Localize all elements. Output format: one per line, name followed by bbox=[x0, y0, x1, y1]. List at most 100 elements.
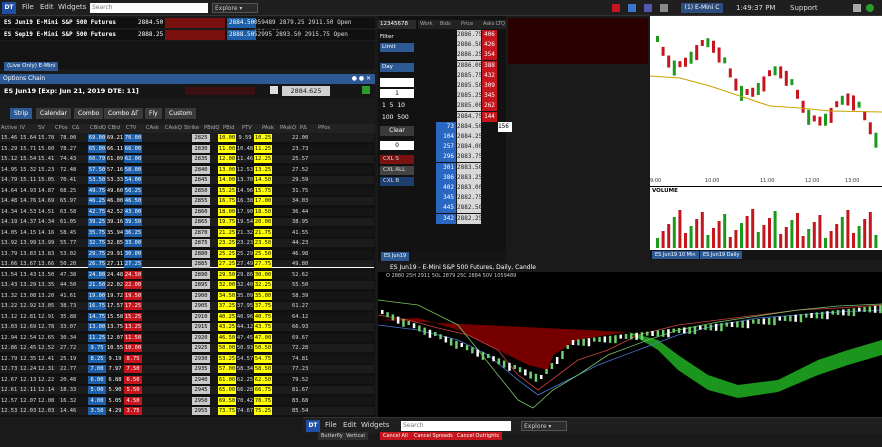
option-cell[interactable]: 13.66 bbox=[38, 260, 54, 268]
ask-cell[interactable] bbox=[482, 203, 497, 213]
price-cell[interactable]: 2886.50 bbox=[457, 40, 482, 51]
option-cell[interactable]: 58.50 bbox=[254, 365, 272, 373]
option-cell[interactable]: 15.60 bbox=[38, 145, 54, 153]
option-cell[interactable]: 38.73 bbox=[60, 302, 76, 310]
search-input-secondary[interactable]: Search bbox=[401, 421, 511, 431]
menu-edit[interactable]: Edit bbox=[343, 421, 357, 429]
bid-cell[interactable] bbox=[436, 101, 456, 111]
option-cell[interactable]: 8.25 bbox=[88, 354, 106, 363]
option-cell[interactable]: 58.00 bbox=[124, 165, 142, 174]
option-cell[interactable]: 2860 bbox=[192, 207, 210, 216]
option-cell[interactable]: 19.75 bbox=[218, 218, 236, 226]
option-cell[interactable]: 35.00 bbox=[254, 291, 272, 300]
option-cell[interactable]: 10.55 bbox=[106, 344, 124, 352]
option-cell[interactable]: 34.50 bbox=[218, 291, 236, 300]
option-cell[interactable]: 10.25 bbox=[254, 134, 272, 142]
option-cell[interactable]: 39.25 bbox=[88, 218, 106, 226]
option-cell[interactable]: 7.00 bbox=[88, 365, 106, 373]
option-cell[interactable]: 57.16 bbox=[106, 166, 124, 174]
option-row[interactable]: 12.73 12.24 12.31 22.77 7.00 7.97 7.50 2935 57.0… bbox=[0, 365, 374, 374]
option-cell[interactable]: 65.00 bbox=[88, 144, 106, 153]
option-row[interactable]: 14.34 14.53 14.51 63.58 42.75 42.52 43.00 2860 1… bbox=[0, 207, 374, 216]
ask-cell[interactable]: 262 bbox=[482, 101, 497, 112]
column-header[interactable]: CAsk bbox=[146, 124, 159, 133]
price-cell[interactable]: 2883.25 bbox=[457, 172, 482, 183]
option-cell[interactable]: 42.52 bbox=[106, 208, 124, 216]
option-cell[interactable]: 77.23 bbox=[292, 365, 308, 373]
option-cell[interactable]: 74.81 bbox=[292, 355, 308, 363]
option-row[interactable]: 14.79 15.11 15.05 70.41 53.50 53.33 54.00 2845 1… bbox=[0, 176, 374, 185]
menu-edit[interactable]: Edit bbox=[40, 3, 54, 11]
option-row[interactable]: 15.12 15.54 15.41 74.43 60.79 61.09 62.00 2835 1… bbox=[0, 155, 374, 164]
option-cell[interactable]: 12.07 bbox=[20, 397, 36, 405]
option-cell[interactable]: 12.07 bbox=[106, 334, 124, 342]
qty-presets-row1[interactable]: 1 5 10 bbox=[382, 102, 405, 109]
option-cell[interactable]: 6.88 bbox=[106, 376, 124, 384]
chart-tag-daily[interactable]: ES Jun19 Daily bbox=[700, 251, 743, 259]
column-header[interactable]: SV bbox=[38, 124, 45, 133]
option-cell[interactable]: 11.25 bbox=[88, 333, 106, 342]
option-cell[interactable]: 24.00 bbox=[88, 270, 106, 279]
option-cell[interactable]: 32.25 bbox=[254, 281, 272, 289]
option-cell[interactable]: 10.00 bbox=[218, 134, 236, 142]
option-cell[interactable]: 3.75 bbox=[124, 407, 142, 415]
option-cell[interactable]: 38.95 bbox=[292, 218, 308, 226]
option-cell[interactable]: 27.11 bbox=[106, 260, 124, 268]
option-cell[interactable]: 12.13 bbox=[20, 376, 36, 384]
option-cell[interactable]: 2855 bbox=[192, 197, 210, 205]
option-row[interactable]: 13.03 12.69 12.78 33.07 13.00 13.75 13.25 2915 4… bbox=[0, 323, 374, 332]
option-cell[interactable]: 12.91 bbox=[38, 313, 54, 321]
option-cell[interactable]: 14.79 bbox=[1, 176, 17, 184]
option-cell[interactable]: 12.54 bbox=[20, 334, 36, 342]
option-cell[interactable]: 14.48 bbox=[1, 197, 17, 205]
bid-cell[interactable] bbox=[436, 40, 456, 50]
ladder-row[interactable]: 2885.50 309 bbox=[418, 81, 548, 91]
bid-cell[interactable] bbox=[436, 30, 456, 40]
option-cell[interactable]: 32.00 bbox=[218, 281, 236, 289]
column-header[interactable]: PBid bbox=[223, 124, 234, 133]
option-cell[interactable]: 53.02 bbox=[60, 250, 76, 258]
option-cell[interactable]: 5.00 bbox=[88, 386, 106, 394]
lock-icon[interactable] bbox=[270, 86, 278, 94]
option-cell[interactable]: 14.95 bbox=[1, 166, 17, 174]
option-cell[interactable]: 47.38 bbox=[60, 271, 76, 279]
option-cell[interactable]: 57.50 bbox=[88, 165, 106, 174]
bars-icon[interactable] bbox=[612, 4, 620, 12]
option-cell[interactable]: 14.53 bbox=[20, 208, 36, 216]
option-cell[interactable]: 69.00 bbox=[88, 134, 106, 142]
ask-cell[interactable]: 354 bbox=[482, 50, 497, 61]
option-cell[interactable]: 27.75 bbox=[254, 260, 272, 268]
ask-cell[interactable]: 388 bbox=[482, 60, 497, 71]
cxl-sell-button[interactable]: CXL S bbox=[380, 155, 414, 164]
price-cell[interactable]: 2883.00 bbox=[457, 183, 482, 193]
column-header[interactable]: PTV bbox=[242, 124, 252, 133]
option-cell[interactable]: 5.50 bbox=[124, 386, 142, 394]
window-controls-icon[interactable]: ● ● ✕ bbox=[352, 74, 371, 84]
option-cell[interactable]: 12.81 bbox=[20, 313, 36, 321]
option-cell[interactable]: 2945 bbox=[192, 386, 210, 394]
option-cell[interactable]: 21.75 bbox=[254, 228, 272, 237]
option-cell[interactable]: 37.75 bbox=[254, 302, 272, 310]
option-cell[interactable]: 47.45 bbox=[236, 334, 254, 342]
option-cell[interactable]: 46.50 bbox=[218, 333, 236, 342]
ask-cell[interactable] bbox=[482, 183, 497, 193]
option-cell[interactable]: 19.50 bbox=[124, 291, 142, 300]
option-cell[interactable]: 70.41 bbox=[60, 176, 76, 184]
option-cell[interactable]: 14.75 bbox=[88, 312, 106, 321]
option-cell[interactable]: 12.78 bbox=[38, 323, 54, 331]
option-cell[interactable]: 25.25 bbox=[218, 249, 236, 258]
tab-custom[interactable]: Custom bbox=[165, 108, 196, 119]
option-cell[interactable]: 15.58 bbox=[106, 313, 124, 321]
column-header[interactable]: Strike bbox=[184, 124, 199, 133]
option-cell[interactable]: 6.00 bbox=[88, 375, 106, 384]
explore-dropdown-secondary[interactable]: Explore ▾ bbox=[521, 421, 567, 431]
option-cell[interactable]: 13.75 bbox=[106, 323, 124, 331]
option-cell[interactable]: 43.00 bbox=[124, 207, 142, 216]
option-cell[interactable]: 13.00 bbox=[88, 323, 106, 331]
option-cell[interactable]: 35.09 bbox=[236, 292, 254, 300]
option-cell[interactable]: 12.03 bbox=[20, 407, 36, 415]
option-cell[interactable]: 79.52 bbox=[292, 376, 308, 384]
option-cell[interactable]: 15.29 bbox=[1, 145, 17, 153]
menu-file[interactable]: File bbox=[22, 3, 34, 11]
option-cell[interactable]: 10.00 bbox=[124, 344, 142, 352]
